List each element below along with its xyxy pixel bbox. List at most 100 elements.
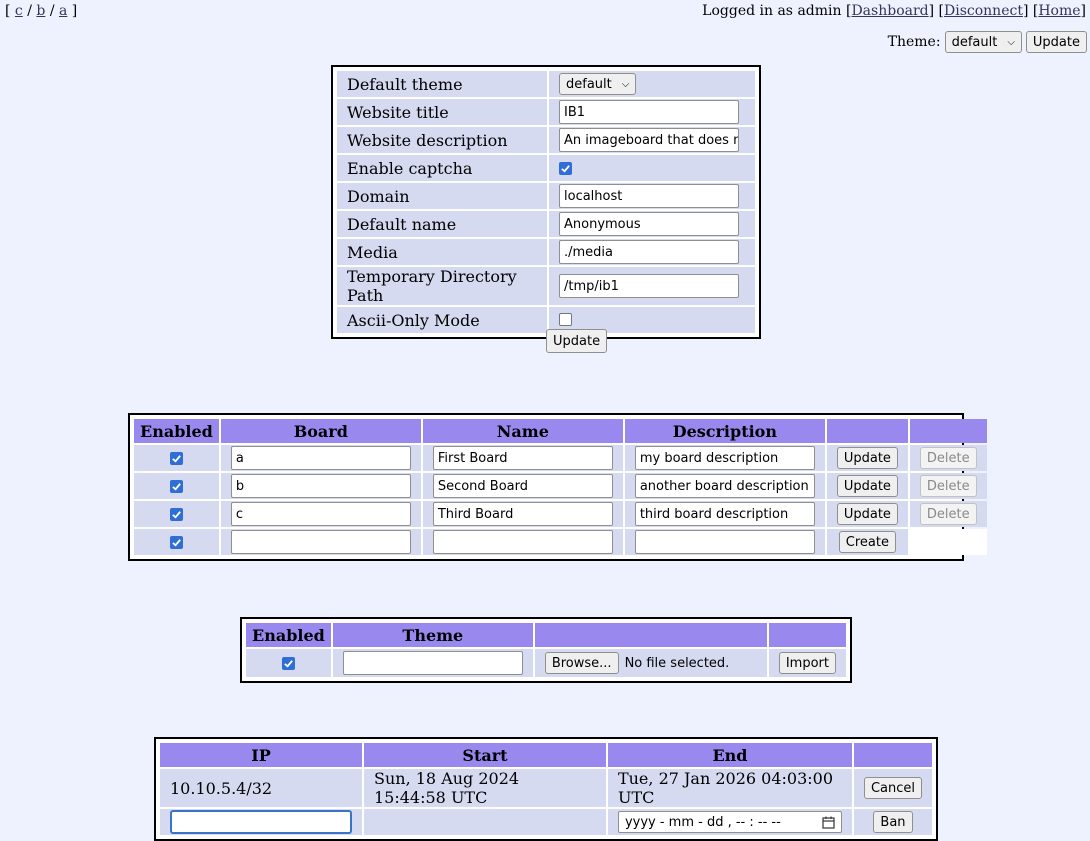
board-name-input[interactable]: Third Board: [432, 502, 613, 526]
table-row: c Third Board third board description Up…: [134, 501, 987, 527]
col-enabled: Enabled: [134, 419, 219, 443]
home-link[interactable]: Home: [1038, 3, 1080, 19]
setting-row-website-description: Website description An imageboard that d…: [337, 127, 755, 153]
setting-row-temp-dir: Temporary Directory Path /tmp/ib1: [337, 267, 755, 305]
theme-select[interactable]: default ⌵: [944, 31, 1022, 53]
col-start: Start: [364, 743, 606, 767]
setting-row-domain: Domain localhost: [337, 183, 755, 209]
board-input[interactable]: c: [230, 502, 411, 526]
website-description-input[interactable]: An imageboard that does n: [559, 128, 739, 152]
board-update-button[interactable]: Update: [836, 503, 898, 526]
board-name-input[interactable]: First Board: [432, 446, 613, 470]
ban-end-datetime-input[interactable]: yyyy - mm - dd , -- : -- --: [617, 811, 842, 833]
table-row: a First Board my board description Updat…: [134, 445, 987, 471]
board-name-input[interactable]: Second Board: [432, 474, 613, 498]
new-board-enabled-checkbox[interactable]: [169, 535, 183, 549]
new-board-name-input[interactable]: [432, 530, 613, 554]
theme-enabled-checkbox[interactable]: [281, 656, 295, 670]
check-icon: [172, 454, 181, 463]
theme-file-picker: Browse... No file selected.: [544, 652, 757, 674]
ban-end: Tue, 27 Jan 2026 04:03:00 UTC: [607, 769, 852, 807]
new-board-description-input[interactable]: [634, 530, 815, 554]
website-title-input[interactable]: IB1: [559, 100, 739, 124]
board-enabled-checkbox[interactable]: [169, 479, 183, 493]
board-enabled-checkbox[interactable]: [169, 507, 183, 521]
col-end: End: [607, 743, 852, 767]
theme-name-input[interactable]: [342, 651, 523, 675]
check-icon: [172, 510, 181, 519]
create-board-button[interactable]: Create: [838, 531, 896, 554]
media-input[interactable]: ./media: [559, 240, 739, 264]
bans-header-row: IP Start End: [160, 743, 932, 767]
file-status: No file selected.: [624, 655, 730, 671]
check-icon: [284, 659, 293, 668]
col-theme: Theme: [332, 623, 533, 647]
board-update-button[interactable]: Update: [836, 447, 898, 470]
setting-row-enable-captcha: Enable captcha: [337, 155, 755, 181]
board-delete-button[interactable]: Delete: [919, 503, 977, 526]
temp-dir-input[interactable]: /tmp/ib1: [559, 274, 739, 298]
board-nav: [ c / b / a ]: [5, 3, 78, 19]
bans-panel: IP Start End 10.10.5.4/32 Sun, 18 Aug 20…: [154, 737, 938, 841]
col-update: [826, 419, 908, 443]
settings-table: Default theme default ⌵ Website title IB…: [335, 69, 757, 335]
chevron-down-icon: ⌵: [621, 78, 630, 90]
ban-button[interactable]: Ban: [873, 811, 913, 834]
settings-panel: Default theme default ⌵ Website title IB…: [331, 65, 761, 339]
board-link-a[interactable]: a: [59, 3, 67, 19]
disconnect-link[interactable]: Disconnect: [944, 3, 1023, 19]
board-delete-button[interactable]: Delete: [919, 475, 977, 498]
cancel-ban-button[interactable]: Cancel: [863, 777, 922, 800]
theme-update-button[interactable]: Update: [1025, 31, 1087, 53]
dashboard-link[interactable]: Dashboard: [851, 3, 928, 19]
check-icon: [172, 482, 181, 491]
theme-bar: Theme: default ⌵ Update: [888, 31, 1087, 53]
board-input[interactable]: a: [230, 446, 411, 470]
theme-label: Theme:: [887, 34, 941, 50]
board-link-b[interactable]: b: [36, 3, 45, 19]
board-update-button[interactable]: Update: [836, 475, 898, 498]
browse-button[interactable]: Browse...: [544, 652, 619, 674]
boards-header-row: Enabled Board Name Description: [134, 419, 987, 443]
board-enabled-checkbox[interactable]: [169, 451, 183, 465]
ban-ip: 10.10.5.4/32: [160, 769, 362, 807]
boards-table: Enabled Board Name Description a First B…: [132, 417, 989, 557]
col-ban-action: [853, 743, 932, 767]
board-description-input[interactable]: another board description: [634, 474, 815, 498]
col-theme-file: [534, 623, 767, 647]
boards-panel: Enabled Board Name Description a First B…: [128, 413, 987, 561]
col-theme-enabled: Enabled: [246, 623, 331, 647]
ascii-only-checkbox[interactable]: [559, 312, 572, 326]
board-input[interactable]: b: [230, 474, 411, 498]
table-row: Browse... No file selected. Import: [246, 649, 846, 677]
table-row: b Second Board another board description…: [134, 473, 987, 499]
col-delete: [909, 419, 987, 443]
chevron-down-icon: ⌵: [1007, 36, 1015, 48]
user-bar: Logged in as admin [Dashboard] [Disconne…: [702, 3, 1086, 19]
default-name-input[interactable]: Anonymous: [559, 212, 739, 236]
board-link-c[interactable]: c: [15, 3, 23, 19]
board-delete-button[interactable]: Delete: [919, 447, 977, 470]
default-theme-select[interactable]: default ⌵: [559, 73, 637, 96]
enable-captcha-checkbox[interactable]: [559, 161, 572, 175]
col-theme-import: [768, 623, 846, 647]
update-settings-button[interactable]: Update: [546, 329, 608, 353]
col-description: Description: [624, 419, 825, 443]
col-board: Board: [220, 419, 421, 443]
check-icon: [561, 164, 570, 173]
new-ban-row: yyyy - mm - dd , -- : -- -- Ban: [160, 809, 932, 835]
bans-table: IP Start End 10.10.5.4/32 Sun, 18 Aug 20…: [158, 741, 934, 837]
ban-ip-input[interactable]: [170, 810, 352, 834]
setting-row-default-theme: Default theme default ⌵: [337, 71, 755, 97]
board-description-input[interactable]: my board description: [634, 446, 815, 470]
table-row: 10.10.5.4/32 Sun, 18 Aug 2024 15:44:58 U…: [160, 769, 932, 807]
calendar-icon[interactable]: [822, 816, 835, 829]
themes-table: Enabled Theme Browse... No file selected…: [244, 621, 848, 679]
domain-input[interactable]: localhost: [559, 184, 739, 208]
check-icon: [172, 538, 181, 547]
board-description-input[interactable]: third board description: [634, 502, 815, 526]
new-board-input[interactable]: [230, 530, 411, 554]
import-button[interactable]: Import: [778, 652, 836, 675]
col-ip: IP: [160, 743, 362, 767]
setting-row-default-name: Default name Anonymous: [337, 211, 755, 237]
